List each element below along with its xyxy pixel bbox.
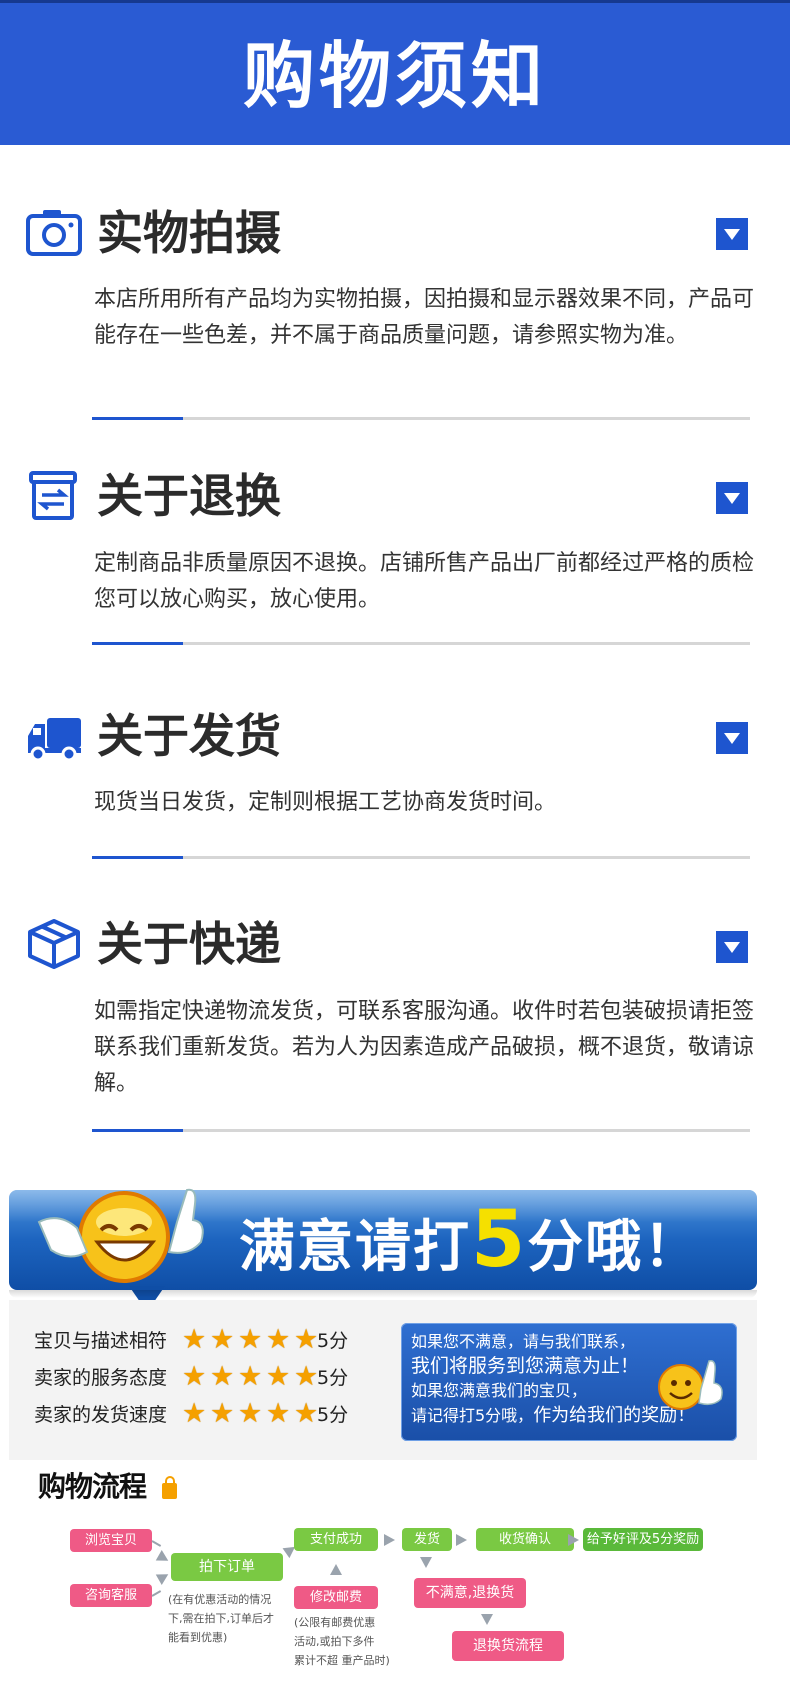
exchange-icon	[29, 471, 77, 520]
section-title: 实物拍摄	[97, 206, 281, 260]
expand-toggle-button[interactable]	[716, 722, 748, 754]
section-title: 关于退换	[97, 469, 281, 523]
rating-row-description: 宝贝与描述相符 ★ ★ ★ ★ ★ 5分	[34, 1326, 348, 1356]
star-icon: ★	[210, 1361, 235, 1392]
section-divider	[92, 856, 750, 859]
star-rating: ★ ★ ★ ★ ★	[182, 1400, 320, 1430]
camera-icon	[26, 210, 82, 256]
box-icon	[28, 919, 80, 969]
order-note: (在有优惠活动的情况 下,需在拍下,订单后才 能看到优惠)	[168, 1593, 274, 1644]
section-body: 本店所用所有产品均为实物拍摄，因拍摄和显示器效果不同，产品可能存在一些色差，并不…	[94, 287, 755, 348]
flow-step-consult: 咨询客服	[70, 1584, 152, 1607]
section-title: 关于发货	[97, 709, 281, 763]
section-body: 定制商品非质量原因不退换。店铺所售产品出厂前都经过严格的质检您可以放心购买，放心…	[94, 551, 755, 612]
page-header: 购物须知	[0, 0, 790, 145]
section-body: 如需指定快递物流发货，可联系客服沟通。收件时若包装破损请拒签联系我们重新发货。若…	[94, 999, 755, 1096]
lock-icon	[162, 1476, 177, 1499]
star-icon: ★	[210, 1398, 235, 1429]
star-icon: ★	[210, 1324, 235, 1355]
flow-step-return-process: 退换货流程	[452, 1631, 564, 1661]
flow-step-order: 拍下订单	[171, 1553, 283, 1581]
rating-score: 5分	[317, 1404, 349, 1426]
rating-row-delivery: 卖家的发货速度 ★ ★ ★ ★ ★ 5分	[34, 1400, 348, 1430]
flow-step-browse: 浏览宝贝	[70, 1529, 152, 1552]
message-line: 如果您不满意，请与我们联系，	[411, 1332, 636, 1351]
rating-banner: 满意请打5分哦！	[9, 1188, 757, 1312]
message-line: 我们将服务到您满意为止！	[411, 1355, 640, 1377]
star-icon: ★	[182, 1361, 207, 1392]
flow-step-confirm: 收货确认	[476, 1528, 574, 1551]
section-divider	[92, 417, 750, 420]
star-icon: ★	[182, 1324, 207, 1355]
flow-step-unsatisfied: 不满意,退换货	[414, 1578, 526, 1608]
rating-score: 5分	[317, 1367, 349, 1389]
flow-step-modify-postage: 修改邮费	[294, 1586, 378, 1609]
flow-step-pay: 支付成功	[294, 1528, 378, 1551]
star-icon: ★	[182, 1398, 207, 1429]
star-icon: ★	[238, 1361, 263, 1392]
rating-label: 卖家的发货速度	[34, 1404, 168, 1426]
rating-label: 宝贝与描述相符	[34, 1330, 168, 1352]
flow-step-review: 给予好评及5分奖励	[583, 1528, 703, 1551]
star-icon: ★	[266, 1324, 291, 1355]
section-divider	[92, 1129, 750, 1132]
flow-title: 购物流程	[38, 1470, 147, 1503]
truck-icon	[28, 718, 81, 762]
section-title: 关于快递	[97, 917, 281, 971]
section-divider	[92, 642, 750, 645]
star-icon: ★	[266, 1398, 291, 1429]
section-body: 现货当日发货，定制则根据工艺协商发货时间。	[94, 790, 557, 815]
star-icon: ★	[238, 1324, 263, 1355]
smiley-icon	[658, 1359, 723, 1410]
rating-score: 5分	[317, 1330, 349, 1352]
smiley-thumbs-up-icon	[37, 1188, 204, 1283]
star-rating: ★ ★ ★ ★ ★	[182, 1363, 320, 1393]
rating-label: 卖家的服务态度	[34, 1367, 168, 1389]
satisfaction-message: 如果您不满意，请与我们联系， 我们将服务到您满意为止！ 如果您满意我们的宝贝， …	[401, 1323, 737, 1441]
message-line: 如果您满意我们的宝贝，	[411, 1381, 588, 1400]
expand-toggle-button[interactable]	[716, 218, 748, 250]
star-icon: ★	[238, 1398, 263, 1429]
flow-step-ship: 发货	[402, 1528, 452, 1551]
star-rating: ★ ★ ★ ★ ★	[182, 1326, 320, 1356]
rating-row-service: 卖家的服务态度 ★ ★ ★ ★ ★ 5分	[34, 1363, 348, 1393]
expand-toggle-button[interactable]	[716, 931, 748, 963]
modify-note: (公限有邮费优惠 活动,或拍下多件 累计不超 重产品时)	[294, 1616, 390, 1667]
page-title: 购物须知	[242, 34, 547, 118]
star-icon: ★	[266, 1361, 291, 1392]
banner-text: 满意请打5分哦！	[239, 1195, 702, 1285]
expand-toggle-button[interactable]	[716, 482, 748, 514]
